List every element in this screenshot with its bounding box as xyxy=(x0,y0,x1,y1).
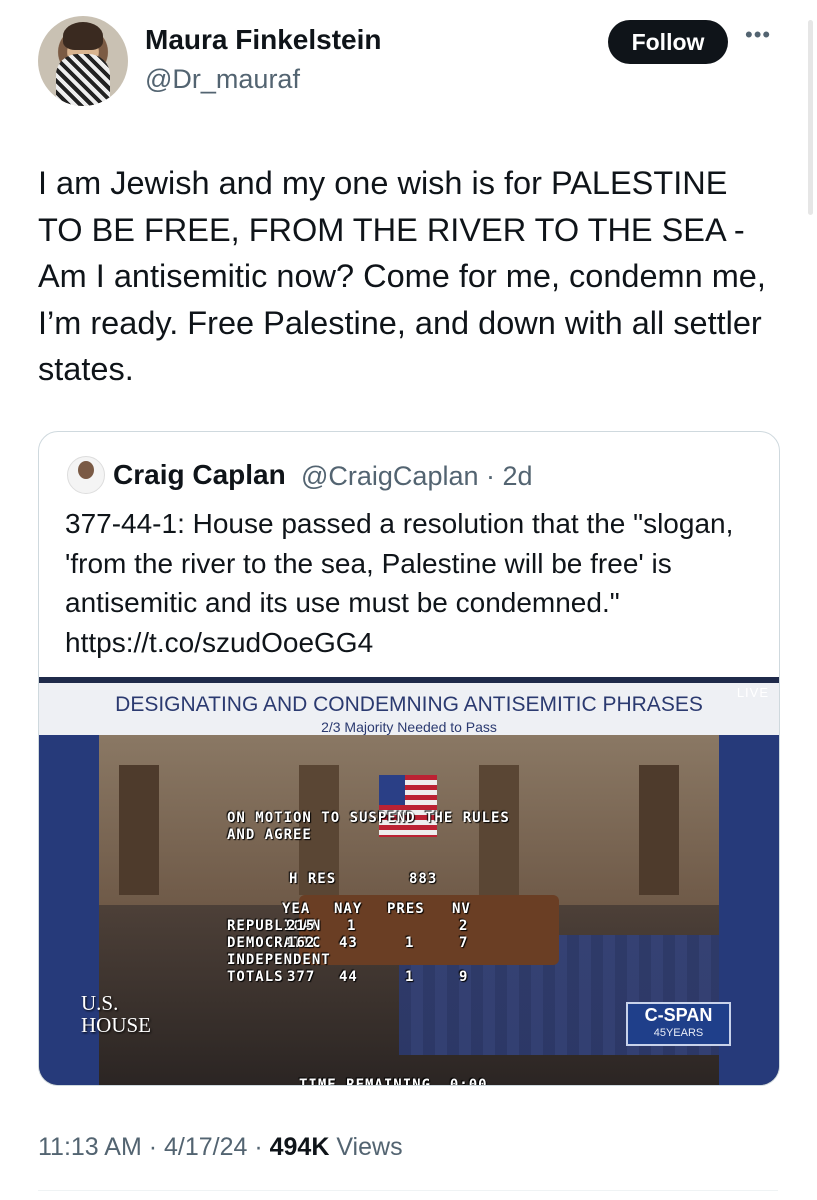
video-player[interactable]: DESIGNATING AND CONDEMNING ANTISEMITIC P… xyxy=(39,677,779,1085)
banner-subtitle: 2/3 Majority Needed to Pass xyxy=(321,719,497,735)
author-name[interactable]: Maura Finkelstein xyxy=(145,24,382,56)
header-nv: NV xyxy=(452,901,471,917)
author-avatar[interactable] xyxy=(38,16,128,106)
cspan-logo: C-SPAN 45YEARS xyxy=(626,1002,731,1046)
views-label: Views xyxy=(329,1133,403,1161)
author-handle[interactable]: @Dr_mauraf xyxy=(145,64,300,95)
quoted-author-name: Craig Caplan xyxy=(113,459,286,490)
more-options-icon[interactable]: ••• xyxy=(745,22,771,48)
quoted-tweet-text: 377-44-1: House passed a resolution that… xyxy=(65,508,734,658)
follow-button[interactable]: Follow xyxy=(608,20,728,64)
video-banner: DESIGNATING AND CONDEMNING ANTISEMITIC P… xyxy=(39,677,779,735)
views-count: 494K xyxy=(269,1133,330,1161)
motion-text: ON MOTION TO SUSPEND THE RULES AND AGREE xyxy=(227,810,510,843)
header-nay: NAY xyxy=(334,901,363,917)
banner-title: DESIGNATING AND CONDEMNING ANTISEMITIC P… xyxy=(115,693,703,716)
us-house-logo: U.S. HOUSE xyxy=(81,991,152,1037)
tweet-meta: 11:13 AM · 4/17/24 · 494K Views xyxy=(38,1133,403,1162)
hres-number: 883 xyxy=(409,871,438,887)
header-pres: PRES xyxy=(387,901,425,917)
quoted-author-avatar xyxy=(67,456,105,494)
quoted-author-handle-time: @CraigCaplan · 2d xyxy=(301,461,533,491)
header-yea: YEA xyxy=(282,901,311,917)
hres-label: H RES xyxy=(289,871,337,887)
quoted-tweet[interactable]: Craig Caplan @CraigCaplan · 2d 377-44-1:… xyxy=(38,431,780,1086)
divider xyxy=(38,1190,778,1191)
timestamp[interactable]: 11:13 AM · 4/17/24 · xyxy=(38,1133,270,1161)
time-remaining: TIME REMAINING 0:00 xyxy=(299,1077,488,1085)
scrollbar[interactable] xyxy=(808,20,813,215)
live-indicator: LIVE xyxy=(736,685,769,700)
tweet-text: I am Jewish and my one wish is for PALES… xyxy=(38,165,766,387)
